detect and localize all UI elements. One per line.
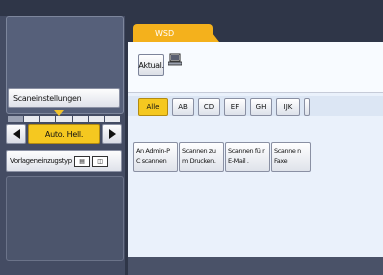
- letter-tab-label: IJK: [283, 103, 293, 111]
- auto-density-button[interactable]: Auto. Hell.: [28, 124, 100, 144]
- destination-label: Scanne n Faxe: [274, 147, 301, 165]
- screen: Scaneinstellungen Auto. Hell. Vorlagenei…: [0, 0, 383, 275]
- refresh-button[interactable]: Aktual.: [138, 54, 164, 76]
- destination-button[interactable]: Scannen zu m Drucken.: [179, 142, 224, 172]
- letter-index-bar: Alle AB CD EF GH IJK: [128, 96, 383, 116]
- scan-settings-button[interactable]: Scaneinstellungen: [8, 88, 120, 108]
- letter-tab-gh[interactable]: GH: [250, 98, 272, 116]
- destination-button[interactable]: Scannen fü r E-Mail .: [225, 142, 270, 172]
- destination-label: Scannen fü r E-Mail .: [228, 147, 265, 165]
- letter-tab-label: AB: [178, 103, 188, 111]
- destination-button[interactable]: Scanne n Faxe: [271, 142, 311, 172]
- destination-panel: Aktual. Alle AB CD EF GH IJK An Admin-P …: [128, 42, 383, 275]
- tab-wsd-edge: [205, 24, 219, 42]
- divider: [128, 92, 383, 93]
- letter-tab-more[interactable]: [304, 98, 310, 116]
- density-lighter-button[interactable]: [6, 124, 26, 144]
- letter-tab-label: GH: [255, 103, 267, 111]
- letter-tab-label: EF: [230, 103, 240, 111]
- original-feed-label: Vorlageneinzugstyp: [10, 157, 72, 165]
- letter-tab-cd[interactable]: CD: [198, 98, 220, 116]
- tab-wsd-label: WSD: [155, 28, 175, 38]
- density-scale: [8, 116, 120, 122]
- left-bottom-area: [6, 176, 124, 261]
- computer-icon: [168, 53, 182, 66]
- destination-label: An Admin-P C scannen: [136, 147, 170, 165]
- letter-tab-label: CD: [203, 103, 215, 111]
- original-page-icon: ▤: [73, 155, 90, 167]
- arrow-left-icon: [12, 129, 20, 139]
- auto-density-label: Auto. Hell.: [44, 129, 84, 139]
- original-stack-icon: ◫: [91, 155, 108, 167]
- bottom-bar: [128, 257, 383, 275]
- scan-settings-label: Scaneinstellungen: [13, 93, 82, 103]
- original-feed-type-button[interactable]: Vorlageneinzugstyp ▤ ◫: [6, 150, 122, 172]
- density-darker-button[interactable]: [102, 124, 122, 144]
- refresh-label: Aktual.: [138, 60, 164, 70]
- density-controls: Auto. Hell.: [6, 124, 122, 144]
- letter-tab-ab[interactable]: AB: [172, 98, 194, 116]
- letter-tab-ijk[interactable]: IJK: [276, 98, 300, 116]
- destination-label: Scannen zu m Drucken.: [182, 147, 216, 165]
- arrow-right-icon: [108, 129, 116, 139]
- letter-tab-label: Alle: [146, 103, 160, 111]
- destination-header: Aktual.: [128, 42, 383, 92]
- letter-tab-ef[interactable]: EF: [224, 98, 246, 116]
- tab-wsd[interactable]: WSD: [133, 24, 213, 42]
- destination-list: An Admin-P C scannen Scannen zu m Drucke…: [128, 122, 383, 172]
- destination-button[interactable]: An Admin-P C scannen: [133, 142, 178, 172]
- letter-tab-all[interactable]: Alle: [138, 98, 168, 116]
